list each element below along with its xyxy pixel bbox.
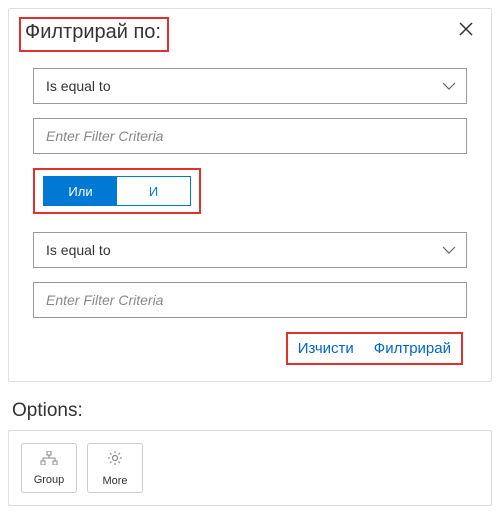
- chevron-down-icon: [442, 245, 456, 255]
- group-label: Group: [34, 474, 65, 486]
- options-panel: Group More: [8, 430, 492, 506]
- operator-select-1[interactable]: Is equal to: [33, 68, 467, 104]
- group-icon: [40, 451, 58, 470]
- criteria-input-1[interactable]: [46, 128, 454, 144]
- criteria-input-row-2: [33, 282, 467, 318]
- options-title: Options:: [12, 400, 500, 422]
- filter-body: Is equal to Или И Is equal to: [9, 68, 491, 365]
- criteria-input-2[interactable]: [46, 292, 454, 308]
- actions-wrap: Изчисти Филтрирай: [33, 332, 467, 365]
- filter-panel: Филтрирай по: Is equal to Или И Is equal…: [8, 8, 492, 382]
- clear-button[interactable]: Изчисти: [298, 340, 354, 357]
- close-icon[interactable]: [459, 17, 475, 39]
- logic-or-button[interactable]: Или: [44, 177, 117, 205]
- filter-title: Филтрирай по:: [25, 21, 161, 44]
- operator-value: Is equal to: [46, 242, 111, 258]
- apply-button[interactable]: Филтрирай: [374, 340, 451, 357]
- operator-select-2[interactable]: Is equal to: [33, 232, 467, 268]
- filter-header: Филтрирай по:: [9, 9, 491, 68]
- logic-and-button[interactable]: И: [117, 177, 190, 205]
- logic-highlight: Или И: [33, 168, 201, 214]
- criteria-input-row-1: [33, 118, 467, 154]
- chevron-down-icon: [442, 81, 456, 91]
- group-button[interactable]: Group: [21, 443, 77, 493]
- gear-icon: [107, 450, 123, 471]
- more-button[interactable]: More: [87, 443, 143, 493]
- actions-highlight: Изчисти Филтрирай: [286, 332, 463, 365]
- title-highlight: Филтрирай по:: [19, 17, 169, 52]
- logic-toggle: Или И: [43, 176, 191, 206]
- operator-value: Is equal to: [46, 78, 111, 94]
- more-label: More: [102, 475, 127, 487]
